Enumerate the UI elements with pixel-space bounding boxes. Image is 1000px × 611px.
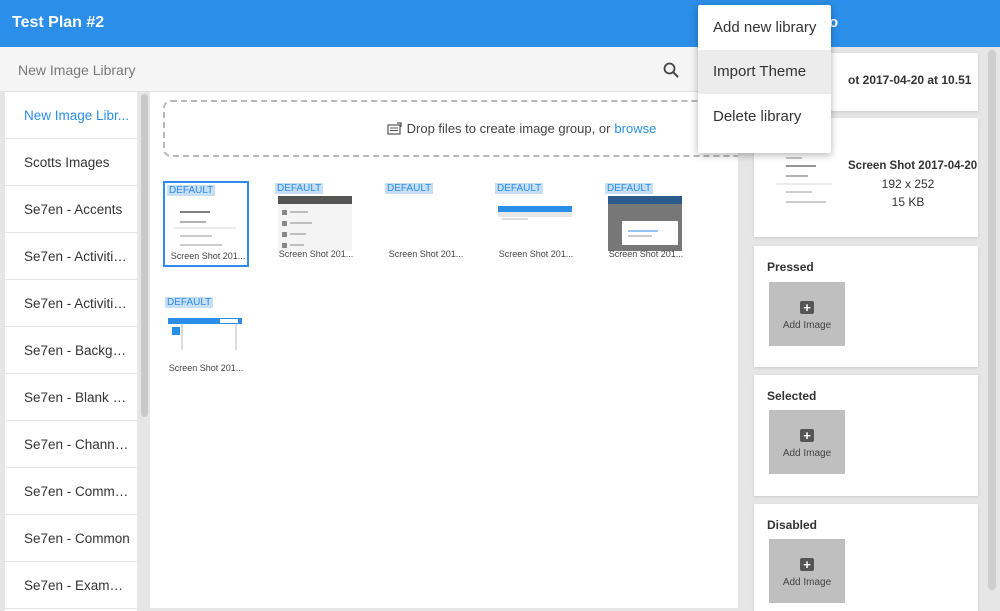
sidebar-scrollbar[interactable] [141,94,148,417]
default-tag: DEFAULT [605,183,654,194]
image-name: ot 2017-04-20 at 10.51 [848,73,972,87]
search-icon[interactable] [662,61,680,79]
image-preview [168,310,242,365]
disabled-state-card: Disabled + Add Image [754,504,978,611]
library-list: New Image Libr... Scotts Images Se7en - … [5,92,138,611]
library-item-channels[interactable]: Se7en - Channels [5,421,137,468]
default-tag: DEFAULT [495,183,544,194]
library-item-activities-2[interactable]: Se7en - Activities... [5,280,137,327]
upload-icon [387,121,402,135]
image-thumbnail[interactable]: DEFAULT Screen Shot 201... [273,181,359,267]
plus-icon: + [800,558,814,571]
menu-item-delete-library[interactable]: Delete library [698,94,831,139]
image-preview [498,196,572,251]
library-item-common[interactable]: Se7en - Common [5,515,137,562]
state-label: Disabled [767,518,818,532]
default-image-preview[interactable] [772,152,836,214]
image-thumbnail[interactable]: DEFAULT Screen Shot 201... [163,181,249,267]
image-caption: Screen Shot 201... [168,363,244,373]
library-actions-menu: Add new library Import Theme Delete libr… [698,5,831,153]
browse-link[interactable]: browse [614,121,656,136]
menu-item-import-theme[interactable]: Import Theme [698,49,831,95]
image-preview [170,198,244,253]
add-image-disabled-button[interactable]: + Add Image [769,539,845,603]
library-item-examples[interactable]: Se7en - Examples [5,562,137,609]
library-item-activities-1[interactable]: Se7en - Activities... [5,233,137,280]
image-preview [278,196,352,251]
image-thumbnail[interactable]: DEFAULT Screen Shot 201... [493,181,579,267]
library-item-blank[interactable]: Se7en - Blank B... [5,374,137,421]
library-item-backgrounds[interactable]: Se7en - Backgro... [5,327,137,374]
image-preview [388,196,462,251]
plus-icon: + [800,429,814,442]
default-tag: DEFAULT [165,297,214,308]
library-item-comments[interactable]: Se7en - Comme... [5,468,137,515]
image-thumbnail[interactable]: DEFAULT Screen Shot 201... [383,181,469,267]
plus-icon: + [800,301,814,314]
library-item-new-image-library[interactable]: New Image Libr... [5,92,137,139]
library-item-accents[interactable]: Se7en - Accents [5,186,137,233]
image-caption: Screen Shot 201... [608,249,684,259]
library-search-input[interactable] [8,55,648,85]
app-header: Test Plan #2 o [0,0,1000,47]
image-caption: Screen Shot 201... [278,249,354,259]
image-thumbnail[interactable]: DEFAULT Screen Shot 201... [163,295,249,381]
default-tag: DEFAULT [275,183,324,194]
selected-state-card: Selected + Add Image [754,375,978,496]
search-bar [0,47,738,92]
image-dimensions: 192 x 252 [881,177,935,191]
state-label: Selected [767,389,817,403]
file-drop-zone[interactable]: Drop files to create image group, or bro… [163,100,738,157]
default-tag: DEFAULT [167,185,216,196]
image-info-name: Screen Shot 2017-04-20 [848,160,978,172]
image-caption: Screen Shot 201... [388,249,464,259]
default-tag: DEFAULT [385,183,434,194]
pressed-state-card: Pressed + Add Image [754,246,978,367]
image-caption: Screen Shot 201... [170,251,246,261]
drop-zone-text: Drop files to create image group, or [406,121,611,136]
image-thumbnail[interactable]: DEFAULT Screen Shot 201... [603,181,689,267]
image-grid-panel: Drop files to create image group, or bro… [150,92,738,608]
library-item-scotts-images[interactable]: Scotts Images [5,139,137,186]
image-preview [608,196,682,251]
details-scrollbar[interactable] [988,50,996,590]
add-image-selected-button[interactable]: + Add Image [769,410,845,474]
menu-item-add-new-library[interactable]: Add new library [698,5,831,50]
image-file-size: 15 KB [891,195,925,209]
state-label: Pressed [767,260,814,274]
add-image-pressed-button[interactable]: + Add Image [769,282,845,346]
image-caption: Screen Shot 201... [498,249,574,259]
plan-title: Test Plan #2 [12,14,105,31]
